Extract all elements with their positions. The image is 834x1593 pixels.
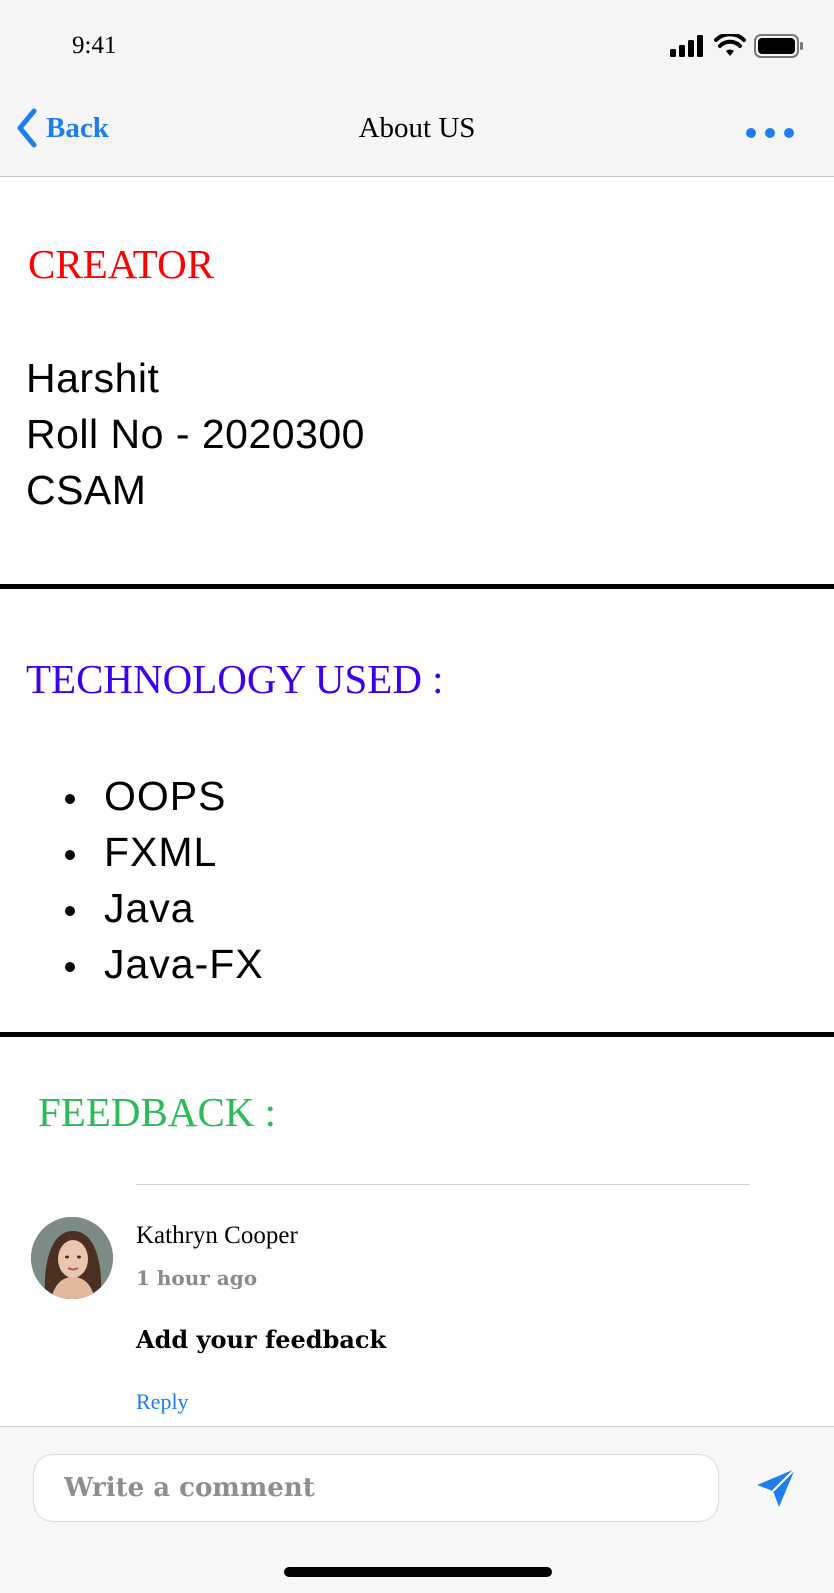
navigation-bar: Back About US: [0, 90, 834, 177]
reply-link[interactable]: Reply: [136, 1389, 189, 1415]
more-dot: [765, 128, 775, 138]
comment-author: Kathryn Cooper: [136, 1222, 298, 1249]
status-icons: [670, 34, 804, 58]
feedback-heading: FEEDBACK :: [38, 1089, 277, 1135]
technology-list: OOPS FXML Java Java-FX: [60, 768, 264, 992]
technology-item: Java-FX: [60, 936, 264, 992]
comment-text: Add your feedback: [136, 1325, 387, 1354]
creator-info: Harshit Roll No - 2020300 CSAM: [26, 350, 365, 518]
status-bar: 9:41: [0, 0, 834, 90]
signal-icon: [670, 35, 703, 57]
creator-roll: Roll No - 2020300: [26, 411, 365, 457]
page-title: About US: [358, 112, 476, 144]
comment-divider: [136, 1184, 750, 1185]
more-icon[interactable]: [746, 128, 794, 138]
creator-heading: CREATOR: [28, 241, 215, 287]
technology-heading: TECHNOLOGY USED :: [26, 656, 444, 702]
comment-timestamp: 1 hour ago: [136, 1266, 258, 1290]
technology-item: Java: [60, 880, 264, 936]
avatar: [31, 1217, 113, 1299]
battery-icon: [754, 34, 803, 58]
send-icon: [757, 1468, 796, 1507]
section-divider: [0, 1032, 834, 1037]
more-dot: [746, 128, 756, 138]
technology-item: OOPS: [60, 768, 264, 824]
technology-item: FXML: [60, 824, 264, 880]
more-dot: [784, 128, 794, 138]
send-button[interactable]: [755, 1467, 797, 1513]
comment-composer: [0, 1426, 834, 1593]
comment-input[interactable]: [33, 1454, 719, 1522]
wifi-icon: [714, 34, 746, 56]
creator-branch: CSAM: [26, 467, 147, 513]
status-time: 9:41: [72, 32, 117, 59]
avatar-image: [31, 1217, 113, 1299]
home-indicator: [284, 1567, 552, 1577]
creator-name: Harshit: [26, 355, 160, 401]
section-divider: [0, 584, 834, 589]
